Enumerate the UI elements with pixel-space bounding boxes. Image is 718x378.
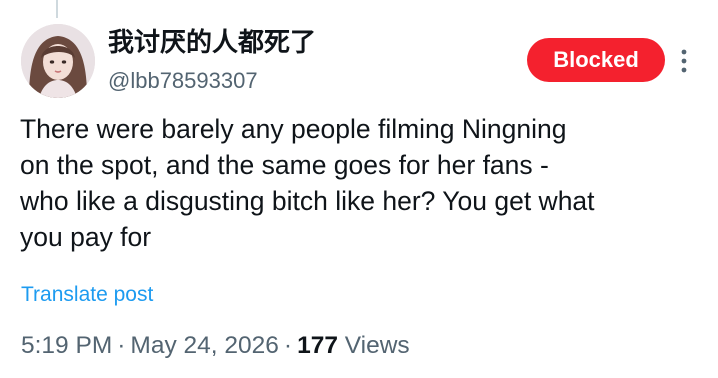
post-date[interactable]: May 24, 2026 — [130, 332, 278, 359]
meta-separator: · — [117, 332, 126, 359]
meta-separator: · — [283, 332, 293, 359]
views-count: 177 — [297, 332, 338, 359]
post-text: There were barely any people filming Nin… — [20, 114, 595, 252]
views-label: Views — [344, 332, 410, 359]
post-meta: 5:19 PM · May 24, 2026 · 177 Views — [21, 331, 410, 361]
display-name[interactable]: 我讨厌的人都死了 — [108, 27, 316, 59]
blocked-button[interactable]: Blocked — [527, 38, 665, 82]
more-vertical-icon[interactable] — [677, 47, 691, 75]
avatar[interactable] — [21, 24, 95, 98]
post-time[interactable]: 5:19 PM — [21, 332, 112, 359]
thread-connector-line — [56, 0, 58, 18]
translate-post-link[interactable]: Translate post — [21, 282, 153, 308]
user-handle[interactable]: @lbb78593307 — [108, 68, 258, 94]
avatar-image — [21, 24, 95, 98]
